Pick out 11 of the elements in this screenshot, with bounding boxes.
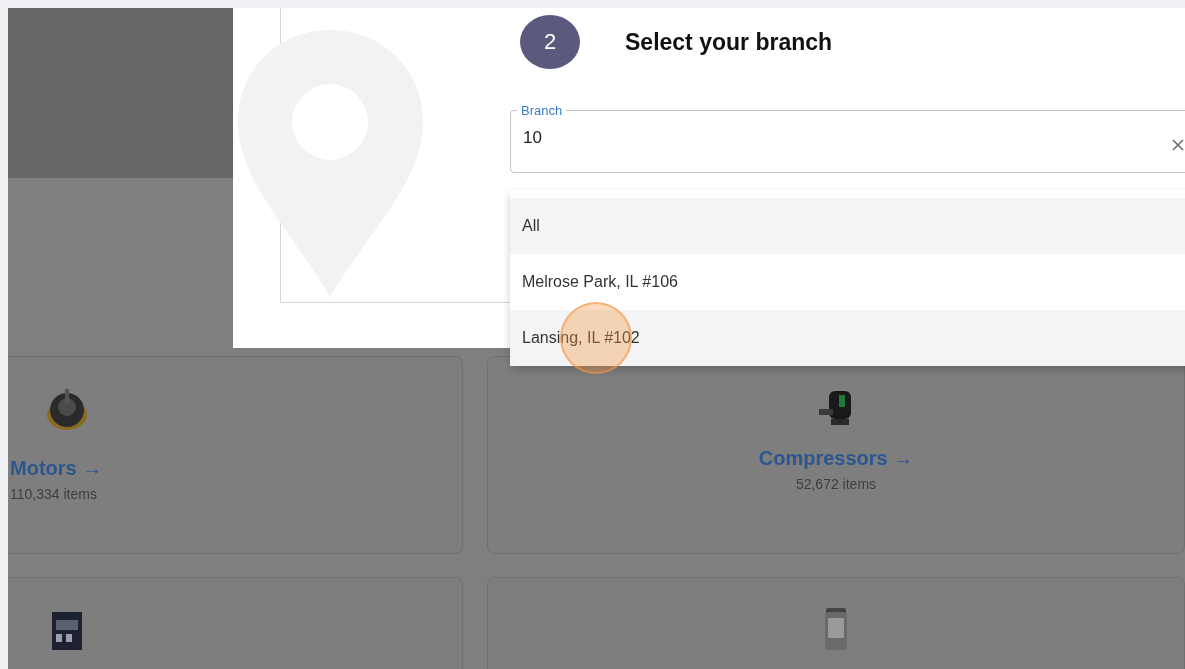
branch-input[interactable]: 10 xyxy=(523,128,1123,148)
branch-field[interactable]: Branch 10 xyxy=(510,103,1185,173)
close-icon[interactable] xyxy=(1171,138,1185,152)
category-card[interactable]: Compressors → 52,672 items xyxy=(487,356,1185,554)
dialog-title: Select your branch xyxy=(625,28,833,56)
step-number: 2 xyxy=(520,15,580,69)
dropdown-option[interactable]: All xyxy=(510,198,1185,254)
field-label: Branch xyxy=(521,103,563,118)
item-count: 110,334 items xyxy=(10,486,97,502)
item-count: 52,672 items xyxy=(795,476,877,492)
category-card[interactable]: Motors → 110,334 items xyxy=(8,356,463,554)
